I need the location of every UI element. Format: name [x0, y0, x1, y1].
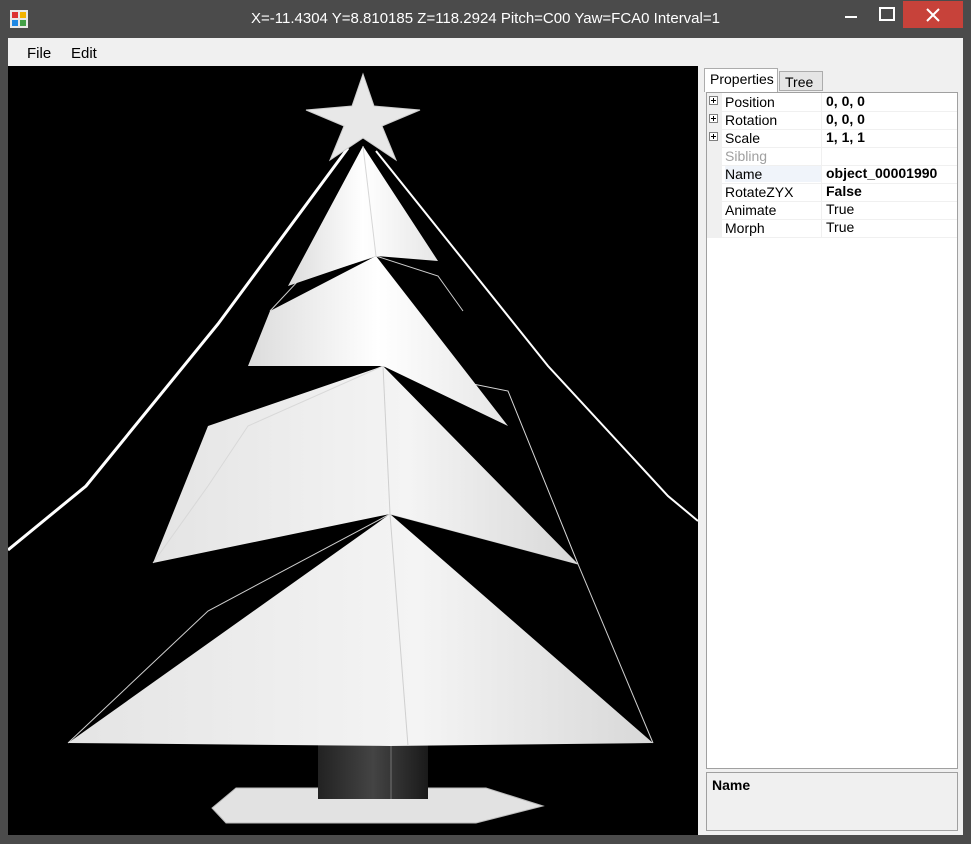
property-value[interactable]: 0, 0, 0 — [826, 93, 865, 109]
row-gutter — [707, 93, 722, 111]
property-row-rotation[interactable]: Rotation 0, 0, 0 — [707, 111, 957, 130]
row-gutter — [707, 201, 722, 219]
row-gutter — [707, 219, 722, 237]
property-row-name[interactable]: Name object_00001990 — [707, 165, 957, 184]
property-row-scale[interactable]: Scale 1, 1, 1 — [707, 129, 957, 148]
menu-edit-label: Edit — [71, 45, 97, 62]
row-gutter — [707, 147, 722, 165]
row-gutter — [707, 165, 722, 183]
tab-tree[interactable]: Tree — [779, 71, 823, 91]
close-button[interactable] — [903, 1, 963, 28]
property-help-box: Name — [706, 772, 958, 831]
column-separator — [821, 93, 822, 111]
minimize-icon — [845, 16, 857, 18]
property-row-morph[interactable]: Morph True — [707, 219, 957, 238]
menu-file[interactable]: File — [27, 45, 51, 62]
property-name: Position — [725, 94, 775, 110]
property-name: Name — [725, 166, 821, 182]
property-name: Morph — [725, 220, 765, 236]
menu-edit[interactable]: Edit — [71, 45, 97, 62]
property-value[interactable]: object_00001990 — [826, 165, 937, 181]
property-value[interactable]: 1, 1, 1 — [826, 129, 865, 145]
tab-tree-label: Tree — [785, 74, 814, 90]
property-name: RotateZYX — [725, 184, 794, 200]
property-row-sibling[interactable]: Sibling — [707, 147, 957, 166]
property-name: Animate — [725, 202, 777, 218]
close-icon — [926, 7, 940, 22]
column-separator — [821, 183, 822, 201]
properties-panel: Properties Tree Position 0, 0, 0 Rotatio… — [698, 66, 963, 835]
property-row-animate[interactable]: Animate True — [707, 201, 957, 220]
main-window: X=-11.4304 Y=8.810185 Z=118.2924 Pitch=C… — [0, 0, 971, 844]
property-name: Sibling — [725, 148, 768, 164]
christmas-tree-model — [8, 72, 698, 824]
property-value[interactable]: True — [826, 219, 854, 235]
menu-bar: File Edit — [8, 38, 963, 66]
window-title: X=-11.4304 Y=8.810185 Z=118.2924 Pitch=C… — [251, 10, 720, 27]
expand-icon[interactable] — [709, 114, 718, 123]
property-value[interactable]: False — [826, 183, 862, 199]
property-value[interactable]: True — [826, 201, 854, 217]
tab-properties-label: Properties — [710, 71, 774, 87]
column-separator — [821, 165, 822, 183]
expand-icon[interactable] — [709, 96, 718, 105]
property-row-rotatezyx[interactable]: RotateZYX False — [707, 183, 957, 202]
property-value[interactable]: 0, 0, 0 — [826, 111, 865, 127]
property-name: Scale — [725, 130, 761, 146]
expand-icon[interactable] — [709, 132, 718, 141]
property-grid[interactable]: Position 0, 0, 0 Rotation 0, 0, 0 Scale … — [706, 92, 958, 769]
3d-viewport[interactable] — [8, 66, 698, 835]
column-separator — [821, 129, 822, 147]
menu-file-label: File — [27, 45, 52, 62]
column-separator — [821, 219, 822, 237]
property-name: Rotation — [725, 112, 778, 128]
help-title: Name — [712, 777, 751, 793]
maximize-icon — [879, 7, 895, 21]
property-row-position[interactable]: Position 0, 0, 0 — [707, 93, 957, 112]
row-gutter — [707, 129, 722, 147]
panel-tabs: Properties Tree — [702, 68, 963, 92]
column-separator — [821, 147, 822, 165]
title-bar[interactable]: X=-11.4304 Y=8.810185 Z=118.2924 Pitch=C… — [0, 0, 971, 38]
column-separator — [821, 111, 822, 129]
tab-properties[interactable]: Properties — [704, 68, 778, 92]
column-separator — [821, 201, 822, 219]
row-gutter — [707, 183, 722, 201]
row-gutter — [707, 111, 722, 129]
